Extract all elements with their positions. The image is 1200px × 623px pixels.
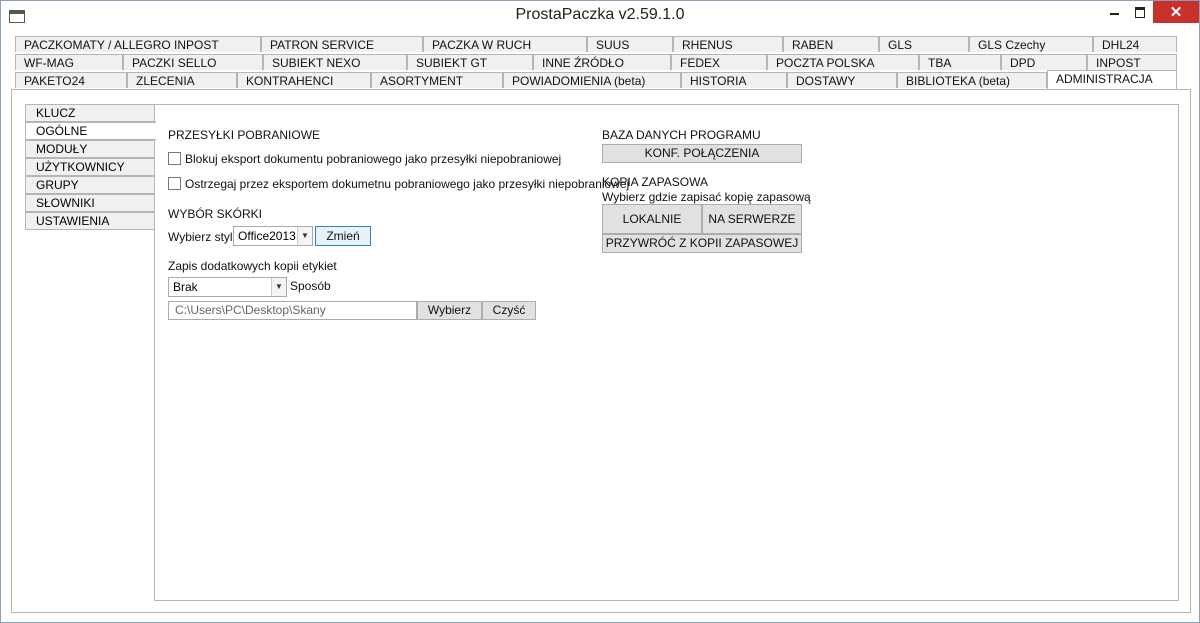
block-export-checkbox[interactable]: [168, 152, 181, 165]
tab-subiekt-gt[interactable]: SUBIEKT GT: [407, 54, 533, 70]
restore-backup-button[interactable]: PRZYWRÓĆ Z KOPII ZAPASOWEJ: [602, 234, 802, 253]
tab-biblioteka[interactable]: BIBLIOTEKA (beta): [897, 72, 1047, 88]
tab-fedex[interactable]: FEDEX: [671, 54, 767, 70]
side-tab-ustawienia[interactable]: USTAWIENIA: [25, 212, 155, 230]
close-button[interactable]: ✕: [1153, 1, 1199, 23]
tab-powiadomienia[interactable]: POWIADOMIENIA (beta): [503, 72, 681, 88]
tab-raben[interactable]: RABEN: [783, 36, 879, 52]
tab-tba[interactable]: TBA: [919, 54, 1001, 70]
block-export-label[interactable]: Blokuj eksport dokumentu pobraniowego ja…: [185, 152, 561, 166]
side-tab-moduly[interactable]: MODUŁY: [25, 140, 155, 158]
maximize-icon: [1135, 6, 1145, 18]
skin-style-select[interactable]: Office2013 ▼: [233, 226, 313, 246]
chevron-down-icon: ▼: [271, 278, 286, 296]
administracja-page: KLUCZ OGÓLNE MODUŁY UŻYTKOWNICY GRUPY UP…: [11, 89, 1191, 613]
side-tab-grupy-uprawnien[interactable]: GRUPY UPRAWNIEŃ: [25, 176, 155, 208]
tab-gls[interactable]: GLS: [879, 36, 969, 52]
skin-heading: WYBÓR SKÓRKI: [168, 207, 263, 221]
labels-copy-method-label: Sposób: [290, 279, 331, 293]
database-heading: BAZA DANYCH PROGRAMU: [602, 128, 761, 142]
tab-paczki-sello[interactable]: PACZKI SELLO: [123, 54, 263, 70]
tab-asortyment[interactable]: ASORTYMENT: [371, 72, 503, 88]
minimize-button[interactable]: [1101, 1, 1127, 23]
tab-patron-service[interactable]: PATRON SERVICE: [261, 36, 423, 52]
side-tab-ogolne[interactable]: OGÓLNE: [25, 122, 156, 140]
labels-copy-method-select[interactable]: Brak ▼: [168, 277, 287, 297]
maximize-button[interactable]: [1127, 1, 1153, 23]
tab-suus[interactable]: SUUS: [587, 36, 673, 52]
labels-copy-heading: Zapis dodatkowych kopii etykiet: [168, 259, 337, 273]
labels-copy-path-input[interactable]: C:\Users\PC\Desktop\Skany: [168, 301, 417, 320]
side-tab-klucz[interactable]: KLUCZ: [25, 104, 155, 122]
tab-gls-czechy[interactable]: GLS Czechy: [969, 36, 1093, 52]
window-title: ProstaPaczka v2.59.1.0: [515, 6, 685, 23]
cod-heading: PRZESYŁKI POBRANIOWE: [168, 128, 321, 142]
tab-administracja[interactable]: ADMINISTRACJA: [1047, 70, 1177, 89]
warn-export-checkbox[interactable]: [168, 177, 181, 190]
connection-config-button[interactable]: KONF. POŁĄCZENIA: [602, 144, 802, 163]
tab-inne-zrodlo[interactable]: INNE ŹRÓDŁO: [533, 54, 671, 70]
choose-path-button[interactable]: Wybierz: [417, 301, 482, 320]
labels-copy-method-value: Brak: [173, 280, 198, 294]
clear-path-button[interactable]: Czyść: [482, 301, 536, 320]
tab-paketo24[interactable]: PAKETO24: [15, 72, 127, 88]
skin-style-label: Wybierz styl:: [168, 230, 236, 244]
tab-inpost[interactable]: INPOST: [1087, 54, 1177, 70]
tab-rhenus[interactable]: RHENUS: [673, 36, 783, 52]
side-tab-slowniki[interactable]: SŁOWNIKI: [25, 194, 155, 212]
tab-paczkomaty[interactable]: PACZKOMATY / ALLEGRO INPOST: [15, 36, 261, 52]
tab-dhl24[interactable]: DHL24: [1093, 36, 1177, 52]
title-bar[interactable]: ProstaPaczka v2.59.1.0 ✕: [1, 1, 1199, 32]
tab-dostawy[interactable]: DOSTAWY: [787, 72, 897, 88]
backup-server-button[interactable]: NA SERWERZE: [702, 204, 802, 234]
side-tab-uzytkownicy[interactable]: UŻYTKOWNICY: [25, 158, 155, 176]
skin-style-value: Office2013: [238, 229, 296, 243]
close-icon: ✕: [1169, 4, 1183, 21]
minimize-icon: [1109, 13, 1119, 15]
tab-historia[interactable]: HISTORIA: [681, 72, 787, 88]
tab-dpd[interactable]: DPD: [1001, 54, 1087, 70]
tab-paczka-w-ruch[interactable]: PACZKA W RUCH: [423, 36, 587, 52]
tab-poczta-polska[interactable]: POCZTA POLSKA: [767, 54, 919, 70]
backup-subtitle: Wybierz gdzie zapisać kopię zapasową: [602, 190, 811, 204]
app-window: ProstaPaczka v2.59.1.0 ✕ PACZKOMATY / AL…: [0, 0, 1200, 623]
tab-subiekt-nexo[interactable]: SUBIEKT NEXO: [263, 54, 407, 70]
warn-export-label[interactable]: Ostrzegaj przez eksportem dokumetnu pobr…: [185, 177, 629, 191]
backup-local-button[interactable]: LOKALNIE: [602, 204, 702, 234]
backup-heading: KOPIA ZAPASOWA: [602, 175, 709, 189]
change-skin-button[interactable]: Zmień: [315, 226, 371, 246]
tab-kontrahenci[interactable]: KONTRAHENCI: [237, 72, 371, 88]
tab-zlecenia[interactable]: ZLECENIA: [127, 72, 237, 88]
ogolne-panel: PRZESYŁKI POBRANIOWE Blokuj eksport doku…: [154, 104, 1179, 601]
tab-wf-mag[interactable]: WF-MAG: [15, 54, 123, 70]
chevron-down-icon: ▼: [297, 227, 312, 245]
